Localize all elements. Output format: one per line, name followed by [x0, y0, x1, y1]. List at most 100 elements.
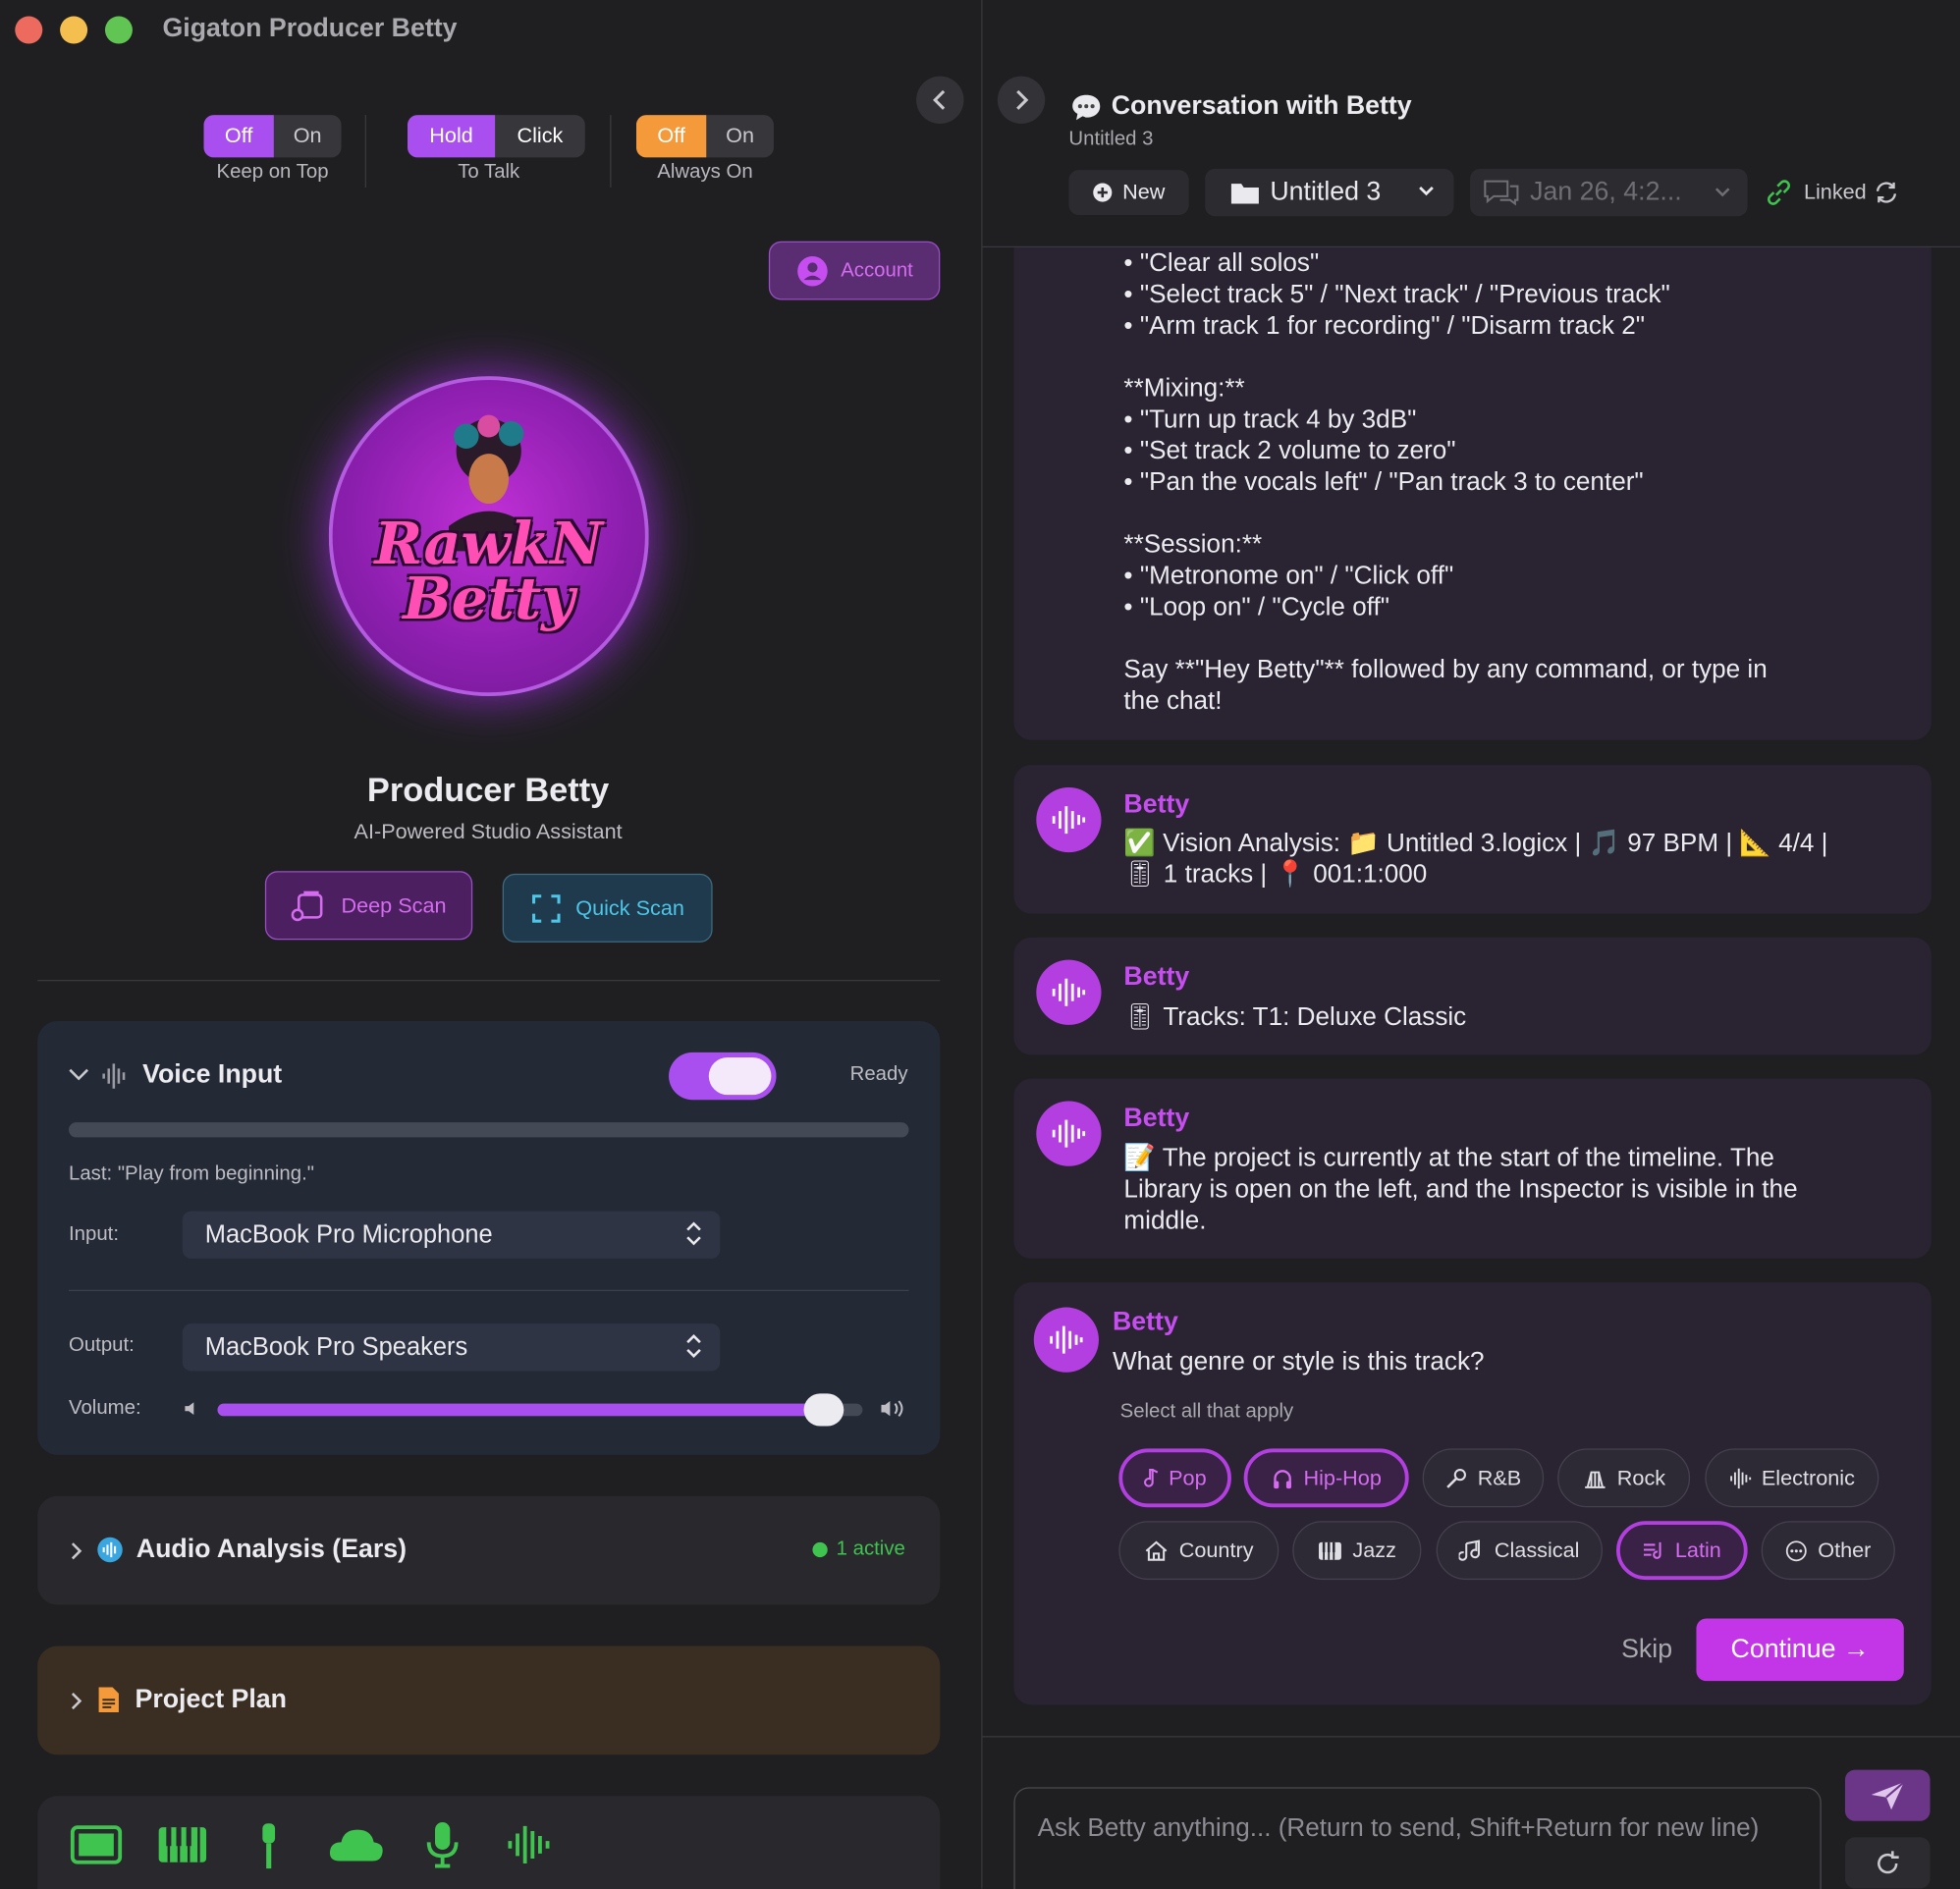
- genre-chip-jazz[interactable]: Jazz: [1292, 1521, 1422, 1581]
- volume-fill: [217, 1403, 824, 1417]
- speech-bubble-icon: [1072, 94, 1101, 121]
- input-device-select[interactable]: MacBook Pro Microphone: [182, 1211, 721, 1259]
- to-talk-hold[interactable]: Hold: [407, 115, 496, 158]
- keep-on-top-caption: Keep on Top: [216, 161, 329, 183]
- minimize-window-button[interactable]: [60, 16, 88, 44]
- question-hint: Select all that apply: [1119, 1401, 1294, 1423]
- account-button[interactable]: Account: [768, 241, 941, 300]
- volume-thumb[interactable]: [803, 1393, 844, 1427]
- voice-input-switch[interactable]: [669, 1052, 777, 1101]
- send-button[interactable]: [1844, 1769, 1931, 1821]
- session-select[interactable]: Jan 26, 4:2...: [1470, 168, 1748, 217]
- cloud-icon[interactable]: [328, 1826, 386, 1863]
- output-device-select[interactable]: MacBook Pro Speakers: [182, 1323, 721, 1372]
- quick-scan-button[interactable]: Quick Scan: [502, 873, 713, 943]
- expand-right-button[interactable]: [997, 76, 1046, 125]
- profile-subtitle: AI-Powered Studio Assistant: [354, 820, 623, 844]
- keep-on-top-toggle[interactable]: Off On: [203, 115, 342, 158]
- waveform-icon: [1052, 1119, 1086, 1148]
- message-input[interactable]: Ask Betty anything... (Return to send, S…: [1013, 1787, 1822, 1889]
- chevron-right-icon: [1016, 89, 1029, 110]
- new-conversation-button[interactable]: New: [1068, 170, 1189, 215]
- genre-chip-electronic[interactable]: Electronic: [1705, 1448, 1879, 1508]
- always-on-caption: Always On: [657, 161, 753, 183]
- to-talk-toggle[interactable]: Hold Click: [407, 115, 585, 158]
- chip-label: Hip-Hop: [1303, 1465, 1382, 1489]
- chip-label: Country: [1178, 1538, 1254, 1562]
- quick-scan-label: Quick Scan: [575, 895, 684, 920]
- refresh-icon: [1878, 1850, 1899, 1873]
- to-talk-click[interactable]: Click: [495, 115, 585, 157]
- keep-on-top-on[interactable]: On: [274, 115, 342, 157]
- switch-knob: [708, 1056, 772, 1096]
- chip-label: Latin: [1674, 1538, 1721, 1562]
- list-note-icon: [1644, 1541, 1661, 1559]
- waveform-icon[interactable]: [507, 1822, 552, 1867]
- betty-avatar-small: [1036, 959, 1102, 1025]
- new-label: New: [1122, 180, 1166, 204]
- user-circle-icon: [796, 255, 828, 286]
- conversation-subtitle: Untitled 3: [1068, 129, 1154, 150]
- genre-chip-rock[interactable]: Rock: [1557, 1448, 1691, 1508]
- output-label: Output:: [69, 1334, 135, 1357]
- app-title: Gigaton Producer Betty: [162, 14, 458, 43]
- collapse-left-button[interactable]: [916, 76, 964, 125]
- genre-chip-other[interactable]: Other: [1761, 1521, 1895, 1581]
- piano-icon[interactable]: [156, 1823, 208, 1865]
- chip-label: Other: [1818, 1538, 1872, 1562]
- always-on-off[interactable]: Off: [635, 115, 707, 158]
- updown-chevron-icon: [686, 1221, 701, 1246]
- chevron-down-icon: [1419, 186, 1434, 196]
- chip-label: R&B: [1477, 1465, 1522, 1489]
- active-status-dot: [812, 1541, 828, 1558]
- sync-icon[interactable]: [1873, 180, 1900, 204]
- deep-scan-button[interactable]: Deep Scan: [264, 871, 473, 941]
- screen-icon[interactable]: [70, 1823, 123, 1865]
- chip-label: Jazz: [1352, 1538, 1396, 1562]
- waveform-icon: [1050, 1325, 1083, 1354]
- always-on-toggle[interactable]: Off On: [635, 115, 774, 158]
- project-select[interactable]: Untitled 3: [1205, 168, 1454, 217]
- plus-circle-icon: [1093, 183, 1113, 202]
- to-talk-caption: To Talk: [458, 161, 520, 183]
- waveform-icon: [102, 1063, 126, 1089]
- message-sender: Betty: [1123, 1104, 1190, 1133]
- chip-label: Electronic: [1761, 1465, 1855, 1489]
- genre-chip-latin[interactable]: Latin: [1615, 1521, 1748, 1581]
- microphone-icon[interactable]: [425, 1819, 461, 1869]
- always-on-on[interactable]: On: [706, 115, 774, 157]
- speaker-low-icon: [185, 1402, 194, 1416]
- divider: [37, 980, 941, 982]
- output-device-value: MacBook Pro Speakers: [204, 1332, 468, 1361]
- chevron-down-icon[interactable]: [68, 1066, 90, 1084]
- message-text: 📝 The project is currently at the start …: [1123, 1143, 1798, 1235]
- chevron-right-icon[interactable]: [69, 1690, 83, 1712]
- message-text: ✅ Vision Analysis: 📁 Untitled 3.logicx |…: [1123, 828, 1828, 890]
- ear-icon: [97, 1537, 123, 1563]
- volume-slider[interactable]: [217, 1393, 863, 1427]
- last-command: Last: "Play from beginning.": [69, 1163, 314, 1185]
- close-window-button[interactable]: [15, 16, 43, 44]
- audio-analysis-title: Audio Analysis (Ears): [136, 1535, 408, 1564]
- zoom-window-button[interactable]: [104, 16, 133, 44]
- piano-icon: [1319, 1541, 1341, 1560]
- retry-button[interactable]: [1844, 1837, 1931, 1889]
- amp-icon: [1584, 1471, 1606, 1488]
- genre-chip-classical[interactable]: Classical: [1436, 1521, 1603, 1581]
- logo-text: RawkN Betty: [374, 510, 603, 633]
- genre-chip-rnb[interactable]: R&B: [1422, 1448, 1545, 1508]
- message-text: 🎚 Tracks: T1: Deluxe Classic: [1123, 1001, 1467, 1032]
- skip-button[interactable]: Skip: [1621, 1635, 1672, 1665]
- chat-bubbles-icon: [1484, 180, 1519, 206]
- keep-on-top-off[interactable]: Off: [203, 115, 274, 158]
- genre-chip-hip-hop[interactable]: Hip-Hop: [1243, 1448, 1409, 1508]
- question-text: What genre or style is this track?: [1112, 1347, 1485, 1376]
- mic-stand-icon[interactable]: [255, 1821, 283, 1871]
- continue-button[interactable]: Continue →: [1696, 1618, 1904, 1682]
- waveform-icon: [1052, 806, 1086, 835]
- divider: [610, 115, 612, 188]
- genre-chip-pop[interactable]: Pop: [1118, 1448, 1231, 1508]
- notes-icon: [1459, 1538, 1481, 1561]
- chevron-right-icon[interactable]: [69, 1539, 83, 1562]
- genre-chip-country[interactable]: Country: [1118, 1521, 1279, 1581]
